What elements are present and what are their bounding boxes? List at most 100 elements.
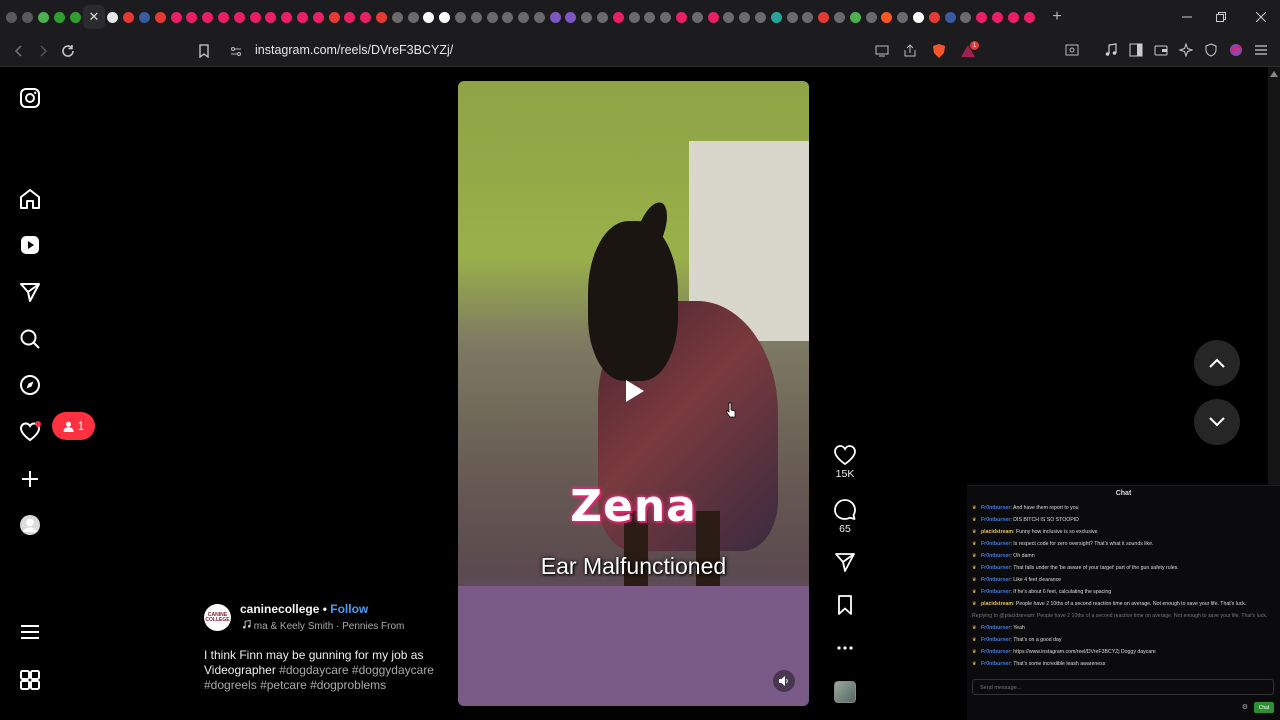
browser-tab[interactable] [152,5,168,29]
browser-tab[interactable] [310,5,326,29]
browser-tab[interactable] [200,5,216,29]
media-button[interactable] [1101,40,1121,60]
heart-notifications-icon[interactable] [18,420,42,444]
hashtag[interactable]: #dogproblems [310,678,386,692]
menu-button[interactable] [1251,40,1271,60]
tab-close-icon[interactable]: ✕ [89,9,100,25]
direct-message-icon[interactable] [18,280,42,304]
previous-reel-button[interactable] [1194,340,1240,386]
browser-tab[interactable] [105,5,121,29]
chat-username[interactable]: Fr0ntburner [981,625,1010,631]
browser-tab[interactable] [753,5,769,29]
screenshot-button[interactable] [1062,40,1082,60]
hashtag[interactable]: #dogdaycare [279,663,348,677]
chat-username[interactable]: Fr0ntburner [981,517,1010,523]
creator-avatar[interactable]: CANINE COLLEGE [204,604,231,631]
explore-icon[interactable] [18,373,42,397]
browser-tab[interactable] [847,5,863,29]
browser-tab[interactable] [879,5,895,29]
more-options-icon[interactable] [833,640,857,656]
browser-tab[interactable] [67,5,83,29]
browser-tab[interactable] [247,5,263,29]
chat-username[interactable]: Fr0ntburner [981,553,1010,559]
instagram-logo-icon[interactable] [18,86,42,110]
close-window-button[interactable] [1238,0,1280,34]
chat-username[interactable]: Fr0ntburner [981,541,1010,547]
browser-tab[interactable] [658,5,674,29]
chat-username[interactable]: Fr0ntburner [981,577,1010,583]
hashtag[interactable]: #dogreels [204,678,257,692]
browser-tab[interactable] [990,5,1006,29]
next-reel-button[interactable] [1194,399,1240,445]
share-icon[interactable] [903,44,917,58]
browser-tab[interactable] [1021,5,1037,29]
browser-tab[interactable] [468,5,484,29]
browser-tab[interactable] [342,5,358,29]
active-tab[interactable]: ✕ [82,5,105,29]
browser-tab[interactable] [51,5,67,29]
wallet-button[interactable] [1151,40,1171,60]
share-send-icon[interactable] [833,551,857,573]
browser-tab[interactable] [626,5,642,29]
home-icon[interactable] [18,187,42,211]
browser-tab[interactable] [926,5,942,29]
chat-username[interactable]: Fr0ntburner [981,505,1010,511]
browser-tab[interactable] [20,5,36,29]
browser-tab[interactable] [263,5,279,29]
browser-tab[interactable] [516,5,532,29]
browser-tab[interactable] [974,5,990,29]
browser-tab[interactable] [911,5,927,29]
hashtag[interactable]: #doggydaycare [352,663,434,677]
profile-avatar-icon[interactable] [18,513,42,537]
chat-username[interactable]: Fr0ntburner [981,649,1010,655]
sidebar-toggle-button[interactable] [1126,40,1146,60]
browser-tab[interactable] [532,5,548,29]
cast-icon[interactable] [875,44,889,58]
browser-tab[interactable] [1005,5,1021,29]
browser-tab[interactable] [358,5,374,29]
browser-tab[interactable] [547,5,563,29]
bookmark-button[interactable] [193,40,215,62]
chat-username[interactable]: Fr0ntburner [981,661,1010,667]
gear-icon[interactable]: ⚙ [1242,703,1248,711]
browser-tab[interactable] [563,5,579,29]
browser-tab[interactable] [500,5,516,29]
browser-tab[interactable] [453,5,469,29]
browser-tab[interactable] [642,5,658,29]
new-tab-button[interactable]: + [1047,8,1067,26]
browser-tab[interactable] [832,5,848,29]
audio-thumbnail[interactable] [834,681,856,703]
browser-tab[interactable] [484,5,500,29]
notification-badge[interactable]: 1 [52,412,95,440]
browser-tab[interactable] [437,5,453,29]
chat-username[interactable]: Fr0ntburner [981,589,1010,595]
create-plus-icon[interactable] [18,467,42,491]
browser-tab[interactable] [863,5,879,29]
browser-tab[interactable] [295,5,311,29]
browser-tab[interactable] [595,5,611,29]
browser-tab[interactable] [184,5,200,29]
browser-tab[interactable] [721,5,737,29]
chat-send-button[interactable]: Chat [1254,702,1274,713]
play-icon[interactable] [618,376,648,406]
browser-tab[interactable] [579,5,595,29]
like-heart-icon[interactable] [833,444,857,466]
browser-tab[interactable] [389,5,405,29]
browser-tab[interactable] [610,5,626,29]
browser-tab[interactable] [689,5,705,29]
browser-tab[interactable] [168,5,184,29]
more-menu-icon[interactable] [18,620,42,644]
browser-tab[interactable] [279,5,295,29]
browser-tab[interactable] [421,5,437,29]
browser-tab[interactable] [768,5,784,29]
save-bookmark-icon[interactable] [833,594,857,616]
brave-shield-icon[interactable] [932,43,946,59]
back-button[interactable] [8,40,30,62]
comment-icon[interactable] [833,498,857,520]
browser-tab[interactable] [784,5,800,29]
address-bar[interactable]: instagram.com/reels/DVreF3BCYZj/ 1 [220,39,986,63]
search-icon[interactable] [18,327,42,351]
browser-tab[interactable] [36,5,52,29]
reel-video[interactable]: Zena Ear Malfunctioned [458,81,809,706]
scroll-up-arrow-icon[interactable] [1270,71,1278,77]
